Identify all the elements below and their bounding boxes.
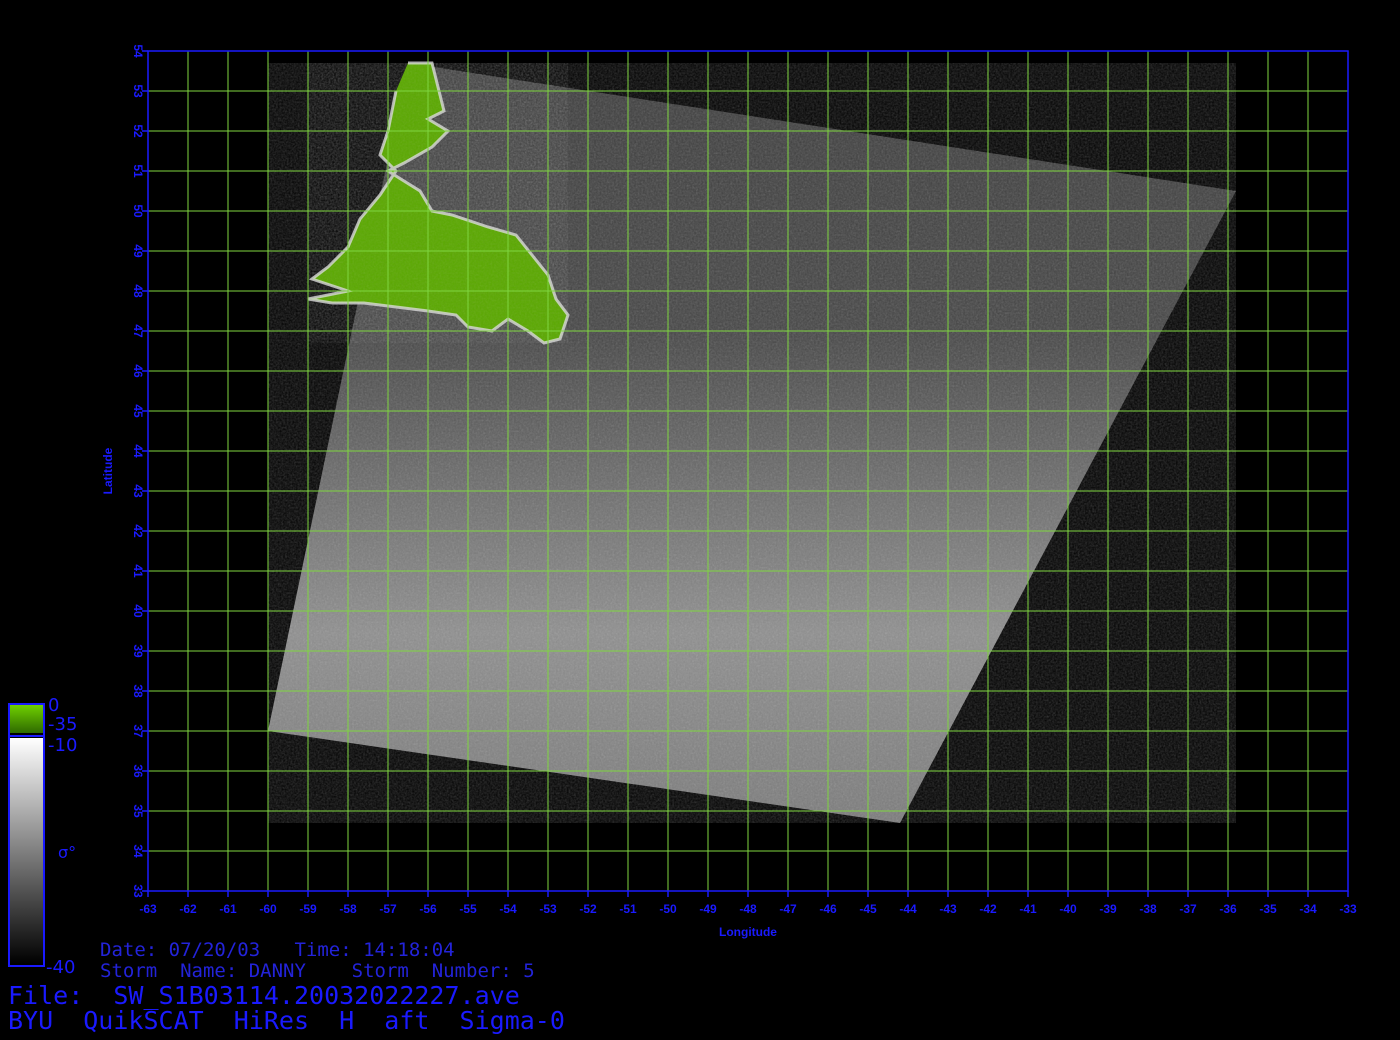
colorbar-ocean-segment xyxy=(10,738,43,964)
lon-tick-label: -62 xyxy=(179,902,197,916)
lon-tick-label: -58 xyxy=(339,902,357,916)
lon-tick-label: -61 xyxy=(219,902,237,916)
latitude-ticks: 33 34 35 36 37 38 39 40 41 42 43 44 45 46 47 48 49 50 51 52… xyxy=(131,44,148,898)
colorbar-label-ocean-bottom: -40 xyxy=(46,957,76,978)
swath-image xyxy=(268,61,1236,823)
lat-tick-label: 33 xyxy=(131,884,145,898)
lat-tick-label: 45 xyxy=(131,404,145,418)
lon-tick-label: -63 xyxy=(139,902,157,916)
colorbar-label-land-bottom: -35 xyxy=(48,714,78,735)
lat-tick-label: 39 xyxy=(131,644,145,658)
lon-tick-label: -45 xyxy=(859,902,877,916)
lat-tick-label: 40 xyxy=(131,604,145,618)
lon-tick-label: -55 xyxy=(459,902,477,916)
lon-tick-label: -33 xyxy=(1339,902,1357,916)
lon-tick-label: -43 xyxy=(939,902,957,916)
x-axis-title: Longitude xyxy=(719,925,777,939)
storm-line: Storm Name: DANNY Storm Number: 5 xyxy=(100,960,535,982)
lon-tick-label: -50 xyxy=(659,902,677,916)
lon-tick-label: -40 xyxy=(1059,902,1077,916)
product-title: BYU QuikSCAT HiRes H aft Sigma-0 xyxy=(8,1006,565,1035)
lat-tick-label: 49 xyxy=(131,244,145,258)
lat-tick-label: 48 xyxy=(131,284,145,298)
lon-tick-label: -38 xyxy=(1139,902,1157,916)
lat-tick-label: 43 xyxy=(131,484,145,498)
lat-tick-label: 36 xyxy=(131,764,145,778)
date-time-line: Date: 07/20/03 Time: 14:18:04 xyxy=(100,939,455,961)
lon-tick-label: -47 xyxy=(779,902,797,916)
lat-tick-label: 50 xyxy=(131,204,145,218)
lon-tick-label: -59 xyxy=(299,902,317,916)
colorbar-label-ocean-top: -10 xyxy=(48,735,78,756)
lat-tick-label: 34 xyxy=(131,844,145,858)
lon-tick-label: -57 xyxy=(379,902,397,916)
lat-tick-label: 54 xyxy=(131,44,145,58)
swath-texture xyxy=(268,63,1236,823)
longitude-ticks: -63 -62 -61 -60 -59 -58 -57 -56 -55 -54 -53 -52 -51 -… xyxy=(139,891,1357,916)
map-figure: -63 -62 -61 -60 -59 -58 -57 -56 -55 -54 -53 -52 -51 -… xyxy=(8,44,1357,967)
lon-tick-label: -46 xyxy=(819,902,837,916)
lat-tick-label: 44 xyxy=(131,444,145,458)
lat-tick-label: 52 xyxy=(131,124,145,138)
lat-tick-label: 53 xyxy=(131,84,145,98)
lon-tick-label: -48 xyxy=(739,902,757,916)
lat-tick-label: 41 xyxy=(131,564,145,578)
lat-tick-label: 47 xyxy=(131,324,145,338)
colorbar-symbol: σ° xyxy=(58,843,77,862)
colorbar-label-land-top: 0 xyxy=(48,695,60,716)
lon-tick-label: -49 xyxy=(699,902,717,916)
lon-tick-label: -60 xyxy=(259,902,277,916)
lat-tick-label: 38 xyxy=(131,684,145,698)
lon-tick-label: -42 xyxy=(979,902,997,916)
lon-tick-label: -54 xyxy=(499,902,517,916)
lon-tick-label: -36 xyxy=(1219,902,1237,916)
lon-tick-label: -53 xyxy=(539,902,557,916)
lon-tick-label: -44 xyxy=(899,902,917,916)
lon-tick-label: -51 xyxy=(619,902,637,916)
lon-tick-label: -41 xyxy=(1019,902,1037,916)
lon-tick-label: -34 xyxy=(1299,902,1317,916)
lon-tick-label: -37 xyxy=(1179,902,1197,916)
y-axis-title: Latitude xyxy=(101,447,115,494)
lon-tick-label: -35 xyxy=(1259,902,1277,916)
lon-tick-label: -56 xyxy=(419,902,437,916)
colorbar xyxy=(8,703,45,967)
lat-tick-label: 42 xyxy=(131,524,145,538)
lat-tick-label: 51 xyxy=(131,164,145,178)
lat-tick-label: 46 xyxy=(131,364,145,378)
lon-tick-label: -39 xyxy=(1099,902,1117,916)
colorbar-land-segment xyxy=(10,705,43,733)
lon-tick-label: -52 xyxy=(579,902,597,916)
lat-tick-label: 37 xyxy=(131,724,145,738)
lat-tick-label: 35 xyxy=(131,804,145,818)
